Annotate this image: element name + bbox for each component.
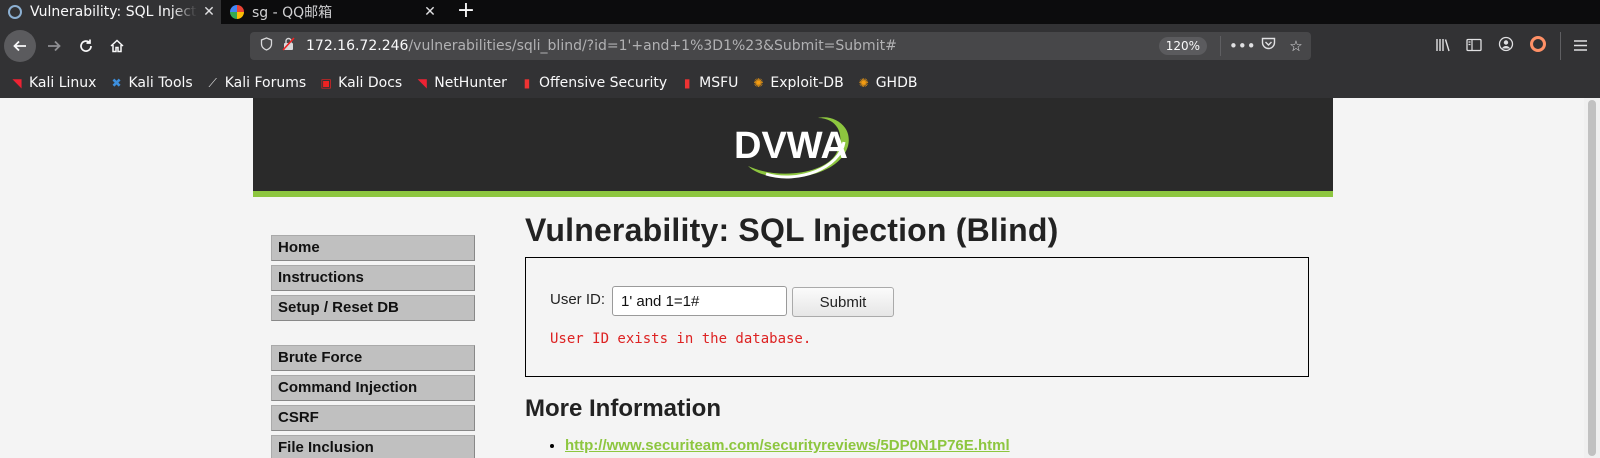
new-tab-button[interactable]: + [452, 0, 480, 24]
menu-item-brute-force[interactable]: Brute Force [271, 345, 475, 371]
bookmark-msfu[interactable]: ▮ MSFU [680, 75, 739, 91]
bookmark-label: Exploit-DB [770, 75, 844, 91]
address-bar[interactable]: 172.16.72.246/vulnerabilities/sqli_blind… [250, 32, 1311, 60]
pocket-icon[interactable] [1257, 35, 1279, 57]
sidebar-menu: Home Instructions Setup / Reset DB Brute… [271, 235, 475, 458]
ghdb-icon: ✺ [858, 76, 869, 90]
submit-button[interactable]: Submit [792, 287, 894, 317]
dvwa-logo: DVWA [734, 117, 849, 179]
menu-gap [271, 325, 475, 345]
vulnerable-code-area: User ID: Submit User ID exists in the da… [525, 257, 1309, 377]
menu-item-csrf[interactable]: CSRF [271, 405, 475, 431]
bookmark-star-icon[interactable]: ☆ [1285, 35, 1307, 57]
msfu-icon: ▮ [683, 76, 691, 90]
more-information-list: http://www.securiteam.com/securityreview… [565, 437, 1315, 454]
menu-item-instructions[interactable]: Instructions [271, 265, 475, 291]
more-information-heading: More Information [525, 395, 721, 422]
zoom-level-badge[interactable]: 120% [1158, 37, 1207, 55]
bookmarks-toolbar: ◥ Kali Linux ✖ Kali Tools ⟋ Kali Forums ▣ Ka… [0, 68, 1600, 98]
toolbar-separator [1560, 32, 1561, 60]
tracking-shield-icon[interactable] [256, 37, 276, 55]
dvwa-logo-text: DVWA [734, 125, 848, 167]
insecure-lock-icon[interactable] [278, 37, 298, 55]
close-tab-icon[interactable]: ✕ [197, 4, 221, 20]
bookmark-ghdb[interactable]: ✺ GHDB [857, 75, 918, 91]
list-item: http://www.securiteam.com/securityreview… [565, 437, 1315, 454]
exploit-db-icon: ✺ [753, 76, 764, 90]
dvwa-header: DVWA [253, 98, 1333, 197]
tab-title: Vulnerability: SQL Injecti [30, 4, 197, 20]
bookmark-label: Kali Docs [338, 75, 403, 91]
result-message: User ID exists in the database. [550, 331, 812, 347]
page-title: Vulnerability: SQL Injection (Blind) [525, 212, 1059, 248]
tab-qqmail[interactable]: sg - QQ邮箱 ✕ [222, 0, 442, 24]
bookmark-label: Kali Linux [29, 75, 97, 91]
dvwa-container: DVWA Home Instructions Setup / Reset DB … [253, 98, 1333, 458]
navigation-toolbar: 172.16.72.246/vulnerabilities/sqli_blind… [0, 24, 1600, 68]
account-icon[interactable] [1495, 36, 1517, 58]
bookmark-exploit-db[interactable]: ✺ Exploit-DB [751, 75, 843, 91]
tab-dvwa[interactable]: Vulnerability: SQL Injecti ✕ [0, 0, 221, 24]
bookmark-label: Kali Tools [128, 75, 193, 91]
reference-link[interactable]: http://www.securiteam.com/securityreview… [565, 437, 1010, 454]
library-icon[interactable] [1432, 36, 1454, 58]
bookmark-offensive-security[interactable]: ▮ Offensive Security [520, 75, 668, 91]
page-actions-icon[interactable]: ••• [1229, 35, 1256, 57]
kali-tools-icon: ✖ [111, 76, 122, 90]
bookmark-label: Offensive Security [538, 75, 668, 91]
forward-button[interactable] [38, 30, 70, 62]
offsec-icon: ▮ [523, 76, 531, 90]
arrow-right-icon [48, 40, 61, 52]
home-button[interactable] [101, 30, 133, 62]
user-id-input[interactable] [612, 286, 787, 316]
reload-icon [80, 39, 92, 52]
chrome-favicon-icon [230, 5, 244, 19]
bookmark-kali-tools[interactable]: ✖ Kali Tools [109, 75, 192, 91]
close-tab-icon[interactable]: ✕ [418, 4, 442, 20]
bookmark-kali-docs[interactable]: ▣ Kali Docs [319, 75, 402, 91]
bookmark-label: NetHunter [434, 75, 507, 91]
dvwa-favicon-icon [8, 5, 22, 19]
bookmark-label: GHDB [875, 75, 918, 91]
url-path: /vulnerabilities/sqli_blind/?id=1'+and+1… [408, 38, 897, 54]
menu-item-home[interactable]: Home [271, 235, 475, 261]
url-host: 172.16.72.246 [306, 38, 409, 54]
main-content: Vulnerability: SQL Injection (Blind) Use… [525, 212, 1315, 454]
menu-item-file-inclusion[interactable]: File Inclusion [271, 435, 475, 458]
nethunter-icon: ◥ [417, 76, 427, 90]
arrow-left-icon [13, 40, 26, 52]
scrollbar-thumb[interactable] [1588, 100, 1596, 456]
bookmark-kali-linux[interactable]: ◥ Kali Linux [10, 75, 96, 91]
url-text[interactable]: 172.16.72.246/vulnerabilities/sqli_blind… [306, 38, 897, 54]
bookmark-kali-forums[interactable]: ⟋ Kali Forums [206, 75, 307, 91]
menu-item-setup-reset-db[interactable]: Setup / Reset DB [271, 295, 475, 321]
bookmark-nethunter[interactable]: ◥ NetHunter [415, 75, 507, 91]
back-button[interactable] [4, 30, 36, 62]
tab-title: sg - QQ邮箱 [252, 5, 333, 21]
hamburger-menu-icon[interactable] [1569, 36, 1591, 58]
sidebar-icon[interactable] [1463, 36, 1485, 58]
kali-docs-icon: ▣ [320, 76, 332, 90]
urlbar-separator [1220, 36, 1221, 56]
bookmark-label: Kali Forums [224, 75, 307, 91]
vertical-scrollbar[interactable] [1584, 98, 1600, 458]
page-viewport: DVWA Home Instructions Setup / Reset DB … [0, 98, 1600, 458]
tab-strip: Vulnerability: SQL Injecti ✕ sg - QQ邮箱 ✕… [0, 0, 1600, 24]
reload-button[interactable] [70, 30, 102, 62]
menu-item-command-injection[interactable]: Command Injection [271, 375, 475, 401]
bookmark-label: MSFU [699, 75, 739, 91]
home-icon [110, 39, 124, 53]
firefox-monitor-icon[interactable] [1527, 36, 1549, 58]
user-id-label: User ID: [550, 291, 606, 308]
kali-forums-icon: ⟋ [208, 76, 217, 90]
kali-icon: ◥ [12, 76, 22, 90]
